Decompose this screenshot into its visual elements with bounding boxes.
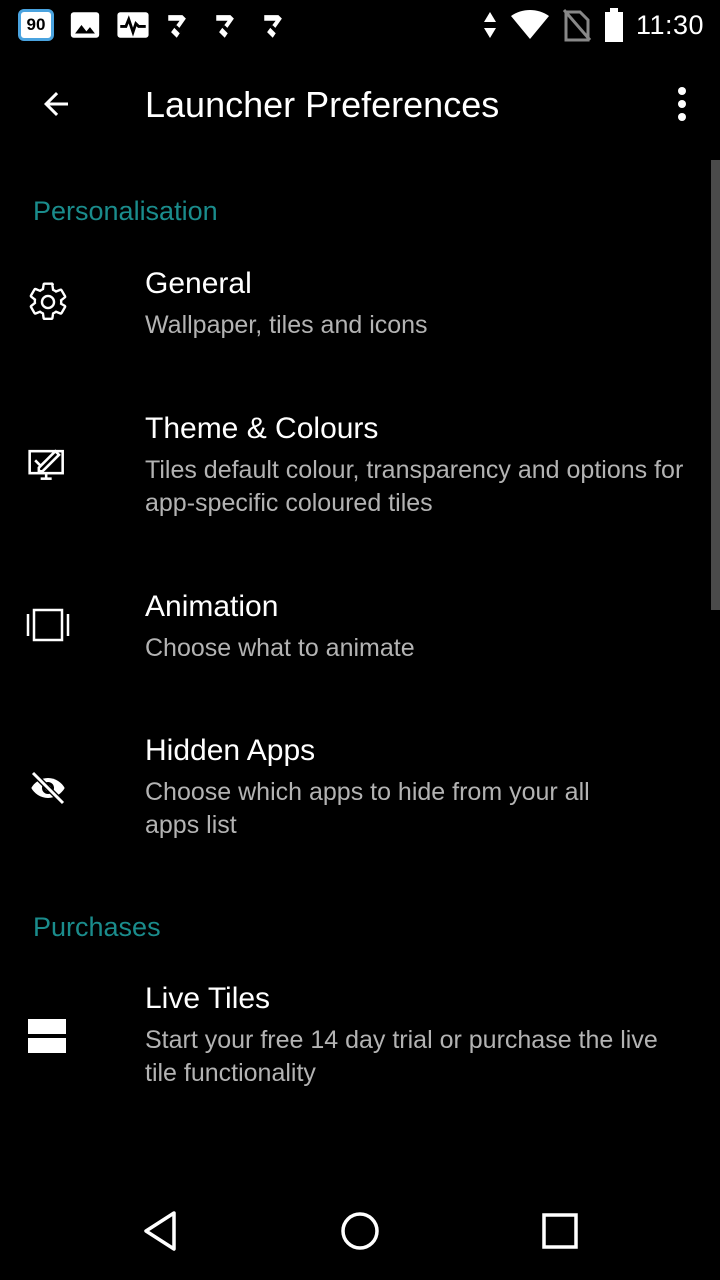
section-header-purchases: Purchases [33, 912, 161, 942]
visibility-off-icon [24, 764, 72, 812]
pref-item-animation[interactable]: Animation Choose what to animate [0, 578, 700, 698]
screen: 90 11:30 Launcher Preferences Personalis… [0, 0, 720, 1280]
pref-summary: Choose which apps to hide from your all … [145, 778, 590, 839]
pref-item-live-tiles[interactable]: Live Tiles Start your free 14 day trial … [0, 970, 700, 1100]
nav-recents-icon [542, 1213, 578, 1249]
navigation-bar [0, 1180, 720, 1280]
status-bar-notifications: 90 [18, 8, 294, 42]
pref-summary: Start your free 14 day trial or purchase… [145, 1026, 658, 1087]
more-vert-icon [678, 87, 686, 121]
nav-home-button[interactable] [325, 1196, 395, 1266]
nav-back-button[interactable] [125, 1196, 195, 1266]
pref-summary: Wallpaper, tiles and icons [145, 311, 428, 339]
page-title: Launcher Preferences [145, 84, 500, 125]
status-bar: 90 11:30 [0, 0, 720, 50]
nav-back-icon [144, 1211, 176, 1251]
section-header-personalisation: Personalisation [33, 196, 218, 226]
check-icon [168, 15, 191, 38]
scrollbar[interactable] [711, 160, 720, 610]
data-arrows-icon [483, 12, 496, 38]
animation-icon [24, 601, 72, 649]
notification-badge-icon: 90 [18, 9, 54, 41]
back-button[interactable] [26, 74, 86, 134]
gear-icon [24, 278, 72, 326]
pref-title: General [145, 267, 252, 300]
no-sim-icon [562, 9, 592, 42]
pref-title: Live Tiles [145, 982, 271, 1015]
arrow-back-icon [44, 92, 68, 116]
nav-home-icon [341, 1212, 379, 1250]
check-icon [264, 15, 287, 38]
activity-icon [117, 12, 149, 38]
nav-recents-button[interactable] [525, 1196, 595, 1266]
pref-item-general[interactable]: General Wallpaper, tiles and icons [0, 255, 700, 375]
battery-icon [604, 8, 623, 42]
theme-palette-icon [24, 440, 72, 488]
pref-title: Theme & Colours [145, 412, 379, 445]
status-bar-system: 11:30 [482, 8, 704, 42]
wifi-icon [510, 10, 549, 39]
overflow-menu-button[interactable] [664, 76, 700, 132]
pref-summary: Choose what to animate [145, 634, 415, 662]
check-icon [216, 15, 239, 38]
pref-title: Hidden Apps [145, 734, 316, 767]
pref-item-hidden-apps[interactable]: Hidden Apps Choose which apps to hide fr… [0, 722, 700, 872]
pref-item-theme-colours[interactable]: Theme & Colours Tiles default colour, tr… [0, 400, 700, 550]
clock: 11:30 [635, 9, 704, 40]
pref-summary: Tiles default colour, transparency and o… [145, 456, 684, 517]
image-icon [70, 12, 100, 38]
app-bar: Launcher Preferences [0, 50, 720, 160]
live-tiles-icon [24, 1012, 72, 1060]
pref-title: Animation [145, 590, 279, 623]
